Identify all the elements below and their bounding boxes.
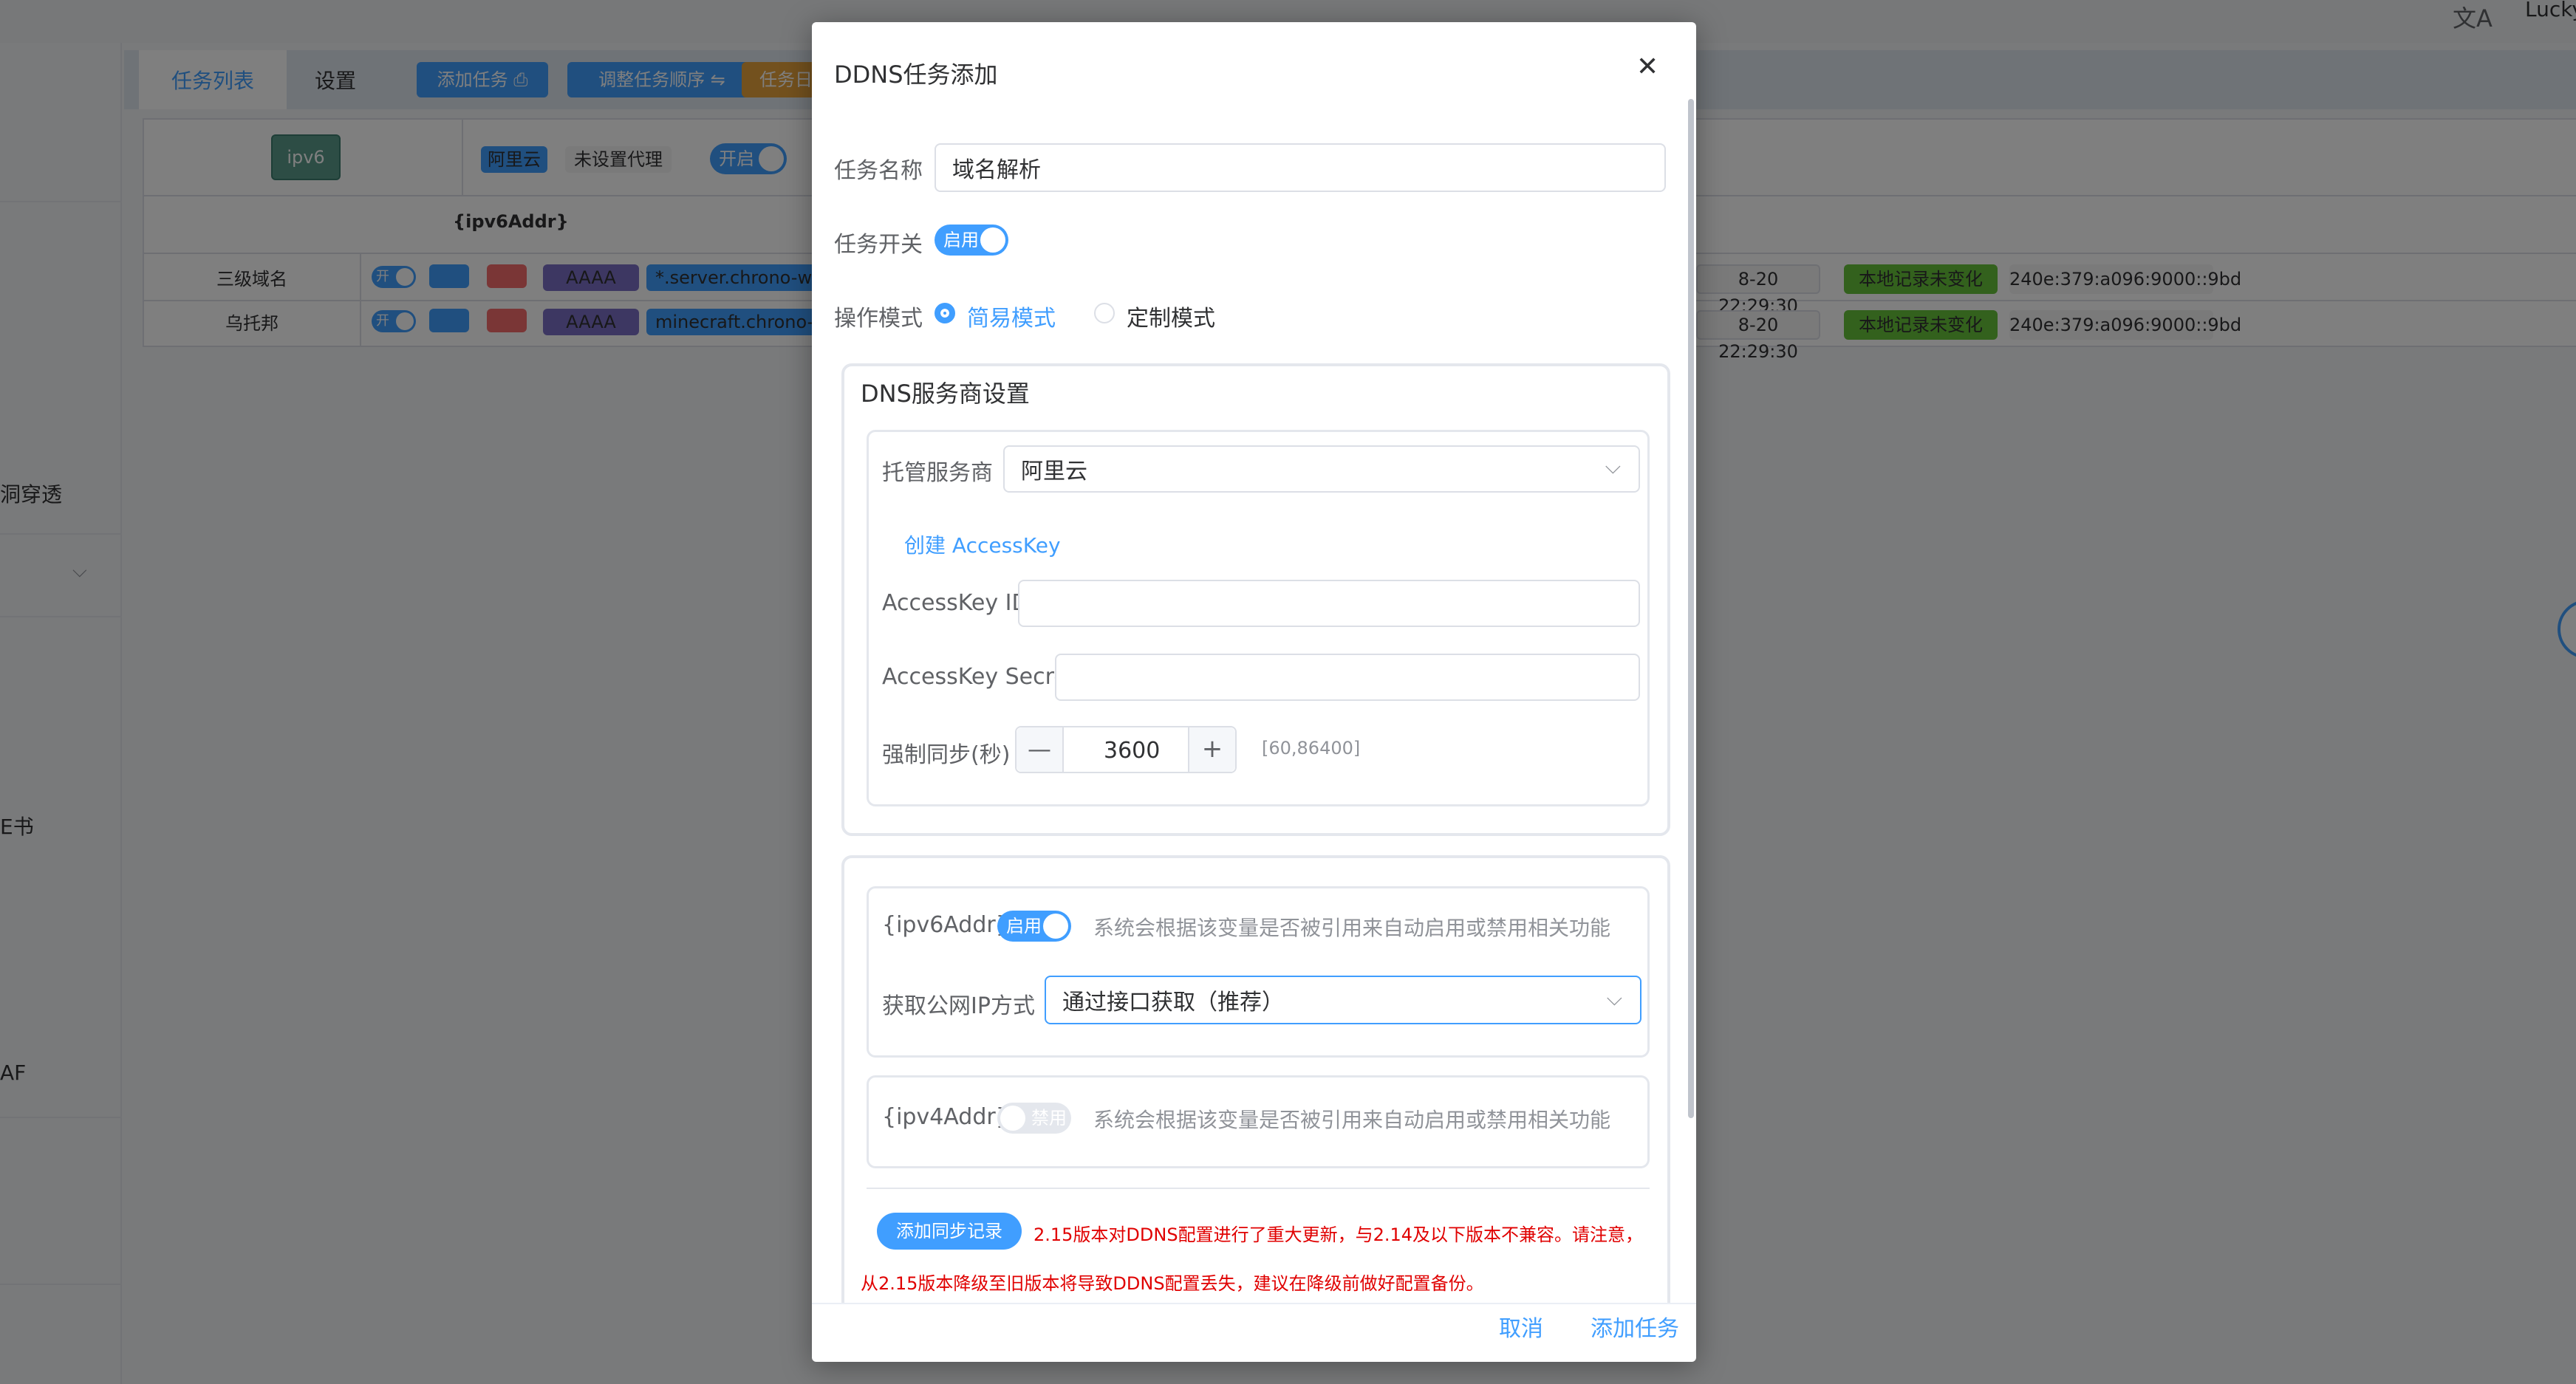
ip-method-label: 获取公网IP方式 [882,993,1035,1019]
mode-label: 操作模式 [834,306,923,332]
ipv6-var-card: {ipv6Addr} 启用 系统会根据该变量是否被引用来自动启用或禁用相关功能 … [867,886,1650,1058]
create-accesskey-link[interactable]: 创建 AccessKey [904,530,1061,559]
accesskey-id-input[interactable] [1018,580,1640,627]
mode-custom-radio[interactable] [1094,303,1115,323]
ipv4-var-label: {ipv4Addr} [882,1104,1010,1130]
ipv6-var-hint: 系统会根据该变量是否被引用来自动启用或禁用相关功能 [1093,916,1611,940]
chevron-down-icon: ⌵ [1606,986,1622,1010]
ipv4-var-hint: 系统会根据该变量是否被引用来自动启用或禁用相关功能 [1093,1108,1611,1132]
provider-label: 托管服务商 [882,460,993,486]
force-sync-value[interactable]: 3600 [1104,738,1160,764]
ddns-task-dialog: DDNS任务添加 ✕ 任务名称 域名解析 任务开关 启用 操作模式 简易模式 定… [812,22,1696,1362]
task-name-input[interactable]: 域名解析 [935,143,1666,192]
force-sync-label: 强制同步(秒) [882,742,1011,768]
ipv6-enable-switch[interactable]: 启用 [997,911,1071,942]
provider-config-card: 托管服务商 阿里云 ⌵ 创建 AccessKey AccessKey ID Ac… [867,430,1650,806]
task-switch-label: 任务开关 [834,232,923,258]
mode-simple-label[interactable]: 简易模式 [967,300,1056,332]
increment-button[interactable]: + [1188,727,1235,772]
dialog-scrollbar[interactable] [1688,99,1694,1118]
warning-text-2: 从2.15版本降级至旧版本将导致DDNS配置丢失，建议在降级前做好配置备份。 [861,1273,1484,1294]
close-icon[interactable]: ✕ [1636,52,1658,82]
add-sync-record-button[interactable]: 添加同步记录 [877,1213,1022,1250]
mode-custom-label[interactable]: 定制模式 [1127,300,1215,332]
dns-section-title: DNS服务商设置 [861,380,1030,408]
cancel-button[interactable]: 取消 [1499,1310,1543,1343]
chevron-down-icon: ⌵ [1605,454,1621,479]
warning-text-1: 2.15版本对DDNS配置进行了重大更新，与2.14及以下版本不兼容。请注意， [1034,1224,1644,1245]
task-name-label: 任务名称 [834,158,923,184]
task-enable-switch[interactable]: 启用 [935,225,1008,256]
ipv4-var-card: {ipv4Addr} 禁用 系统会根据该变量是否被引用来自动启用或禁用相关功能 [867,1075,1650,1168]
decrement-button[interactable]: — [1017,727,1064,772]
ip-method-select[interactable]: 通过接口获取（推荐） ⌵ [1045,976,1641,1024]
accesskey-id-label: AccessKey ID [882,590,1029,616]
dns-provider-section: DNS服务商设置 托管服务商 阿里云 ⌵ 创建 AccessKey Access… [841,363,1670,836]
accesskey-secret-label: AccessKey Secret [882,664,1076,690]
provider-select[interactable]: 阿里云 ⌵ [1003,445,1640,493]
dialog-title: DDNS任务添加 [834,61,998,89]
ip-variables-section: {ipv6Addr} 启用 系统会根据该变量是否被引用来自动启用或禁用相关功能 … [841,855,1670,1303]
accesskey-secret-input[interactable] [1055,654,1640,701]
ipv6-var-label: {ipv6Addr} [882,912,1010,938]
force-sync-stepper: — 3600 + [1015,726,1237,773]
ipv4-enable-switch[interactable]: 禁用 [997,1103,1071,1134]
mode-simple-radio[interactable] [935,303,955,323]
submit-button[interactable]: 添加任务 [1591,1310,1679,1343]
dialog-body: 任务名称 域名解析 任务开关 启用 操作模式 简易模式 定制模式 DNS服务商设… [812,99,1696,1303]
force-sync-range: [60,86400] [1262,738,1361,758]
